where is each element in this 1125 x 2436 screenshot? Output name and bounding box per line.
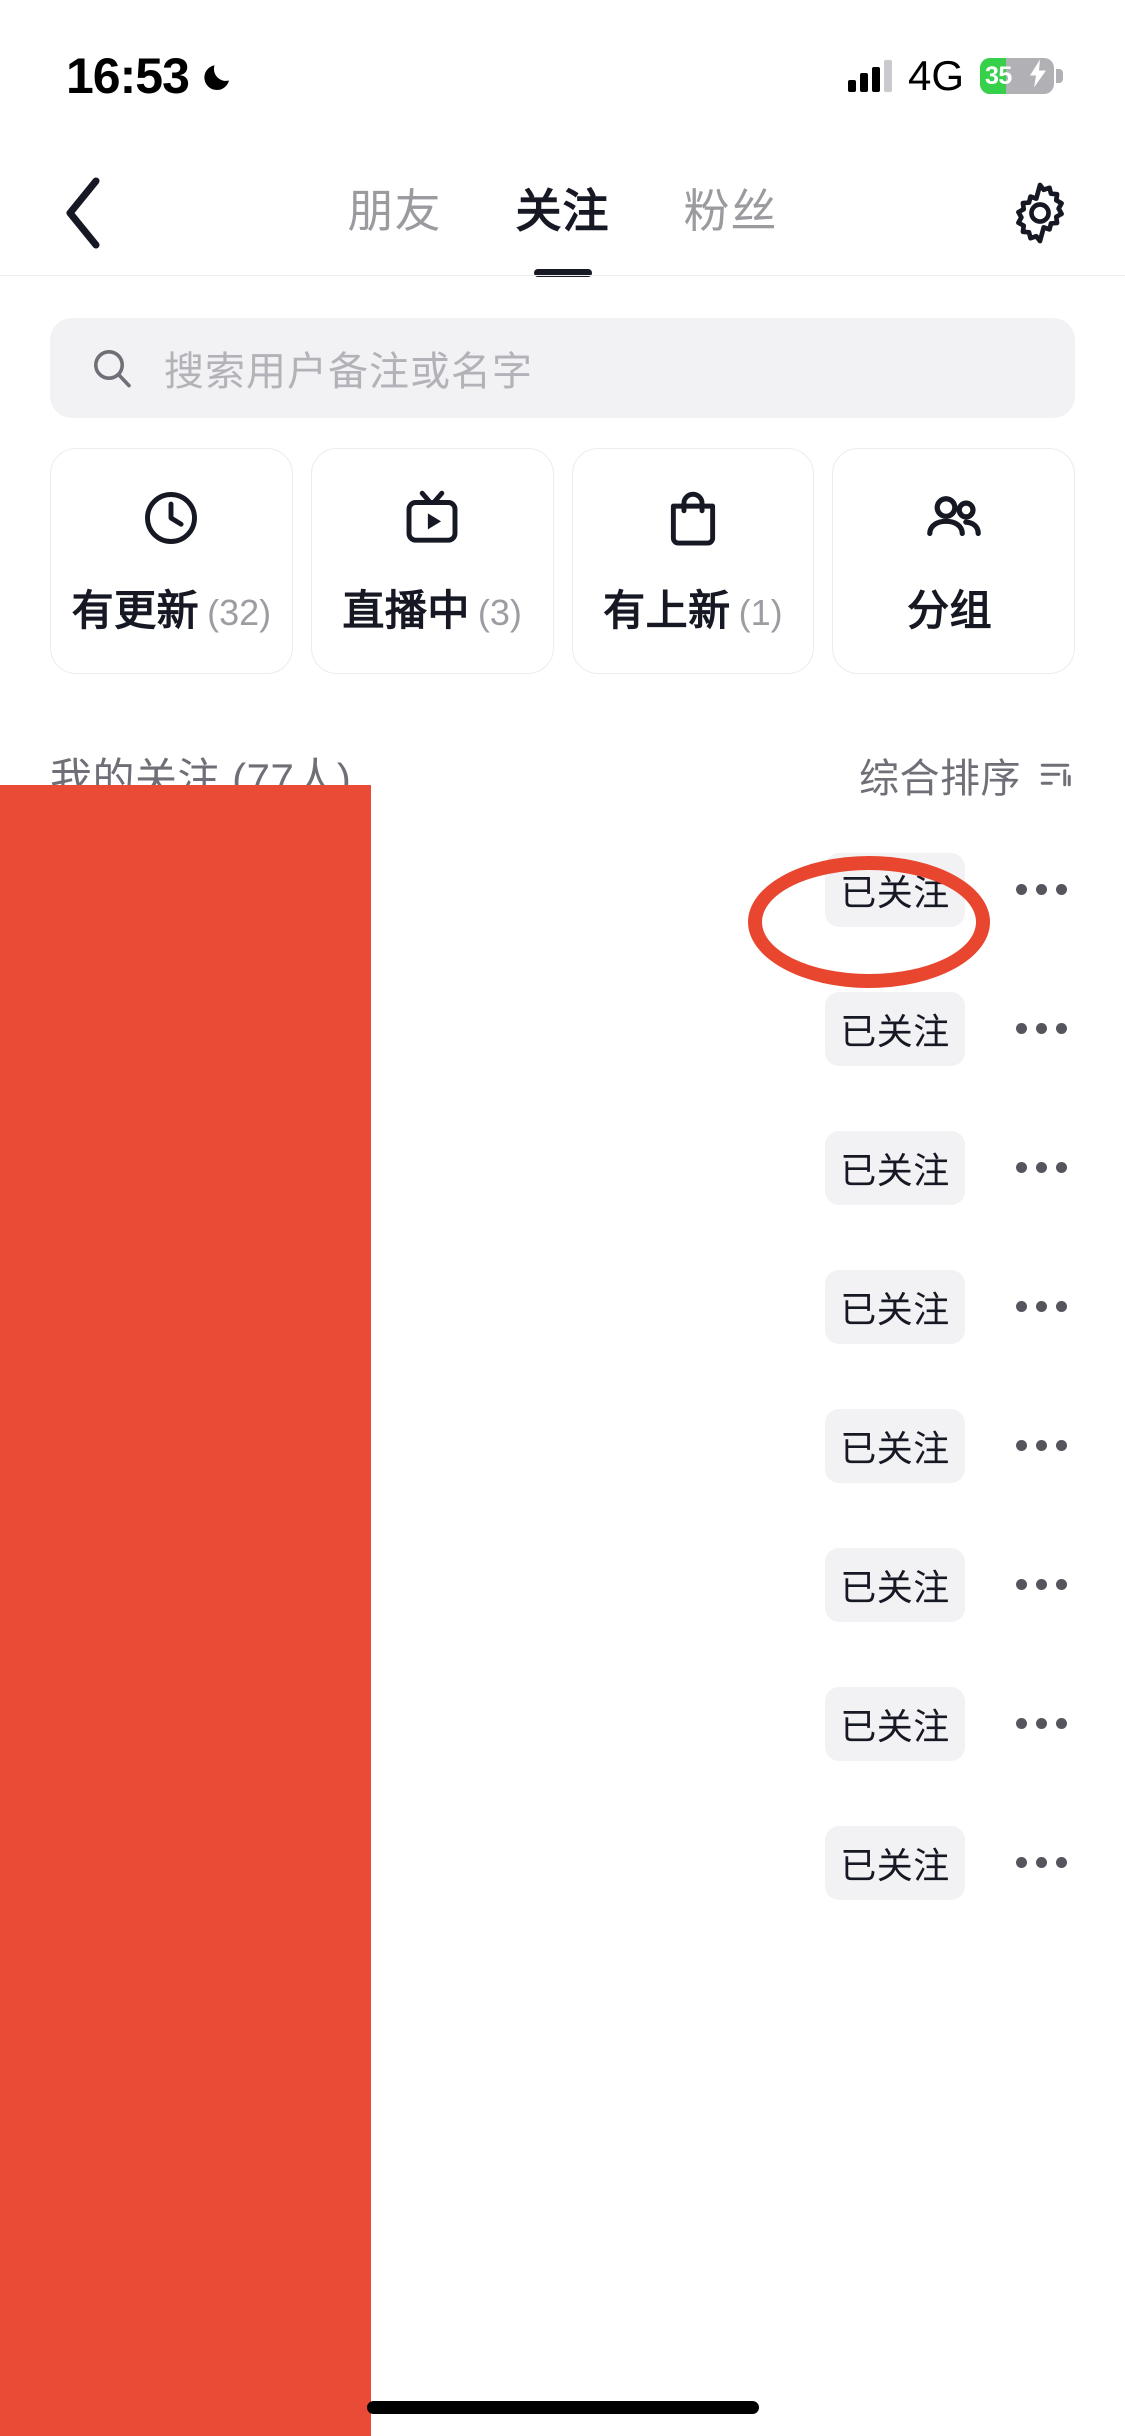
status-bar-left: 16:53 bbox=[66, 47, 237, 105]
follow-status-label: 已关注 bbox=[840, 1427, 950, 1469]
phone-screen: 16:53 4G 35 朋友 关注 粉丝 搜索用户备注或名字 有更新 (32) … bbox=[0, 0, 1125, 2436]
follow-status-button[interactable]: 已关注 bbox=[825, 1825, 965, 1900]
search-icon bbox=[94, 350, 131, 388]
chevron-left-icon bbox=[66, 177, 100, 248]
status-time: 16:53 bbox=[66, 48, 190, 104]
battery-indicator: 35 bbox=[980, 58, 1054, 94]
live-tv-icon bbox=[401, 485, 463, 551]
sort-label: 综合排序 bbox=[859, 757, 1021, 801]
ellipsis-icon[interactable] bbox=[1005, 993, 1077, 1065]
crescent-moon-icon bbox=[203, 59, 237, 93]
follow-status-button[interactable]: 已关注 bbox=[825, 852, 965, 927]
follow-status-button[interactable]: 已关注 bbox=[825, 1686, 965, 1761]
ellipsis-icon[interactable] bbox=[1005, 1410, 1077, 1482]
shopping-bag-icon bbox=[662, 485, 724, 551]
follow-status-label: 已关注 bbox=[840, 1149, 950, 1191]
battery-percent-label: 35 bbox=[985, 61, 1012, 90]
chip-count: (1) bbox=[738, 591, 783, 633]
gear-icon bbox=[1016, 182, 1064, 243]
redaction-overlay bbox=[0, 785, 371, 2436]
chip-count: (32) bbox=[207, 591, 272, 633]
status-bar: 16:53 4G 35 bbox=[0, 0, 1125, 138]
chip-label: 有上新 bbox=[603, 586, 731, 634]
home-indicator bbox=[366, 2401, 759, 2414]
tab-fans[interactable]: 粉丝 bbox=[684, 175, 778, 251]
filter-chip-groups[interactable]: 分组 bbox=[832, 448, 1075, 674]
search-input[interactable]: 搜索用户备注或名字 bbox=[50, 318, 1075, 418]
chip-count: (3) bbox=[477, 591, 522, 633]
tab-friends[interactable]: 朋友 bbox=[348, 175, 442, 251]
ellipsis-icon[interactable] bbox=[1005, 1688, 1077, 1760]
search-placeholder: 搜索用户备注或名字 bbox=[164, 350, 533, 394]
filter-chip-live[interactable]: 直播中 (3) bbox=[310, 448, 554, 674]
tab-label: 朋友 bbox=[347, 184, 442, 237]
cellular-signal-icon bbox=[847, 60, 892, 92]
clock-icon bbox=[140, 485, 202, 551]
follow-status-label: 已关注 bbox=[840, 1288, 950, 1330]
tab-label: 关注 bbox=[515, 184, 610, 237]
follow-status-label: 已关注 bbox=[840, 1705, 950, 1747]
follow-status-label: 已关注 bbox=[840, 871, 950, 913]
filter-chip-new-items[interactable]: 有上新 (1) bbox=[571, 448, 815, 674]
chip-label: 有更新 bbox=[71, 586, 200, 634]
network-type-label: 4G bbox=[907, 52, 964, 99]
nav-divider bbox=[0, 275, 1125, 276]
follow-status-button[interactable]: 已关注 bbox=[825, 1130, 965, 1205]
search-bar-container: 搜索用户备注或名字 bbox=[50, 318, 1075, 418]
tab-following[interactable]: 关注 bbox=[515, 175, 610, 277]
sort-filter-icon bbox=[1040, 763, 1071, 787]
ellipsis-icon[interactable] bbox=[1005, 1132, 1077, 1204]
tab-label: 粉丝 bbox=[683, 184, 778, 237]
chip-label: 直播中 bbox=[342, 586, 470, 634]
back-button[interactable] bbox=[40, 170, 126, 256]
filter-chip-row: 有更新 (32) 直播中 (3) 有上新 (1) 分组 bbox=[50, 448, 1075, 674]
follow-status-label: 已关注 bbox=[840, 1566, 950, 1608]
ellipsis-icon[interactable] bbox=[1005, 1549, 1077, 1621]
navigation-bar: 朋友 关注 粉丝 bbox=[0, 150, 1125, 277]
settings-button[interactable] bbox=[997, 170, 1083, 256]
chip-label: 分组 bbox=[907, 586, 993, 634]
lightning-bolt-icon bbox=[1028, 59, 1048, 93]
sort-button[interactable]: 综合排序 bbox=[859, 746, 1075, 804]
follow-status-label: 已关注 bbox=[840, 1010, 950, 1052]
follow-status-button[interactable]: 已关注 bbox=[825, 991, 965, 1066]
filter-chip-updates[interactable]: 有更新 (32) bbox=[50, 448, 293, 674]
follow-status-button[interactable]: 已关注 bbox=[825, 1269, 965, 1344]
follow-status-label: 已关注 bbox=[840, 1844, 950, 1886]
follow-status-button[interactable]: 已关注 bbox=[825, 1547, 965, 1622]
status-bar-right: 4G 35 bbox=[847, 52, 1063, 100]
battery-cap bbox=[1056, 69, 1063, 83]
group-people-icon bbox=[921, 485, 987, 551]
top-tabs: 朋友 关注 粉丝 bbox=[348, 175, 778, 277]
ellipsis-icon[interactable] bbox=[1005, 1271, 1077, 1343]
ellipsis-icon[interactable] bbox=[1005, 1827, 1077, 1899]
follow-status-button[interactable]: 已关注 bbox=[825, 1408, 965, 1483]
ellipsis-icon[interactable] bbox=[1005, 854, 1077, 926]
